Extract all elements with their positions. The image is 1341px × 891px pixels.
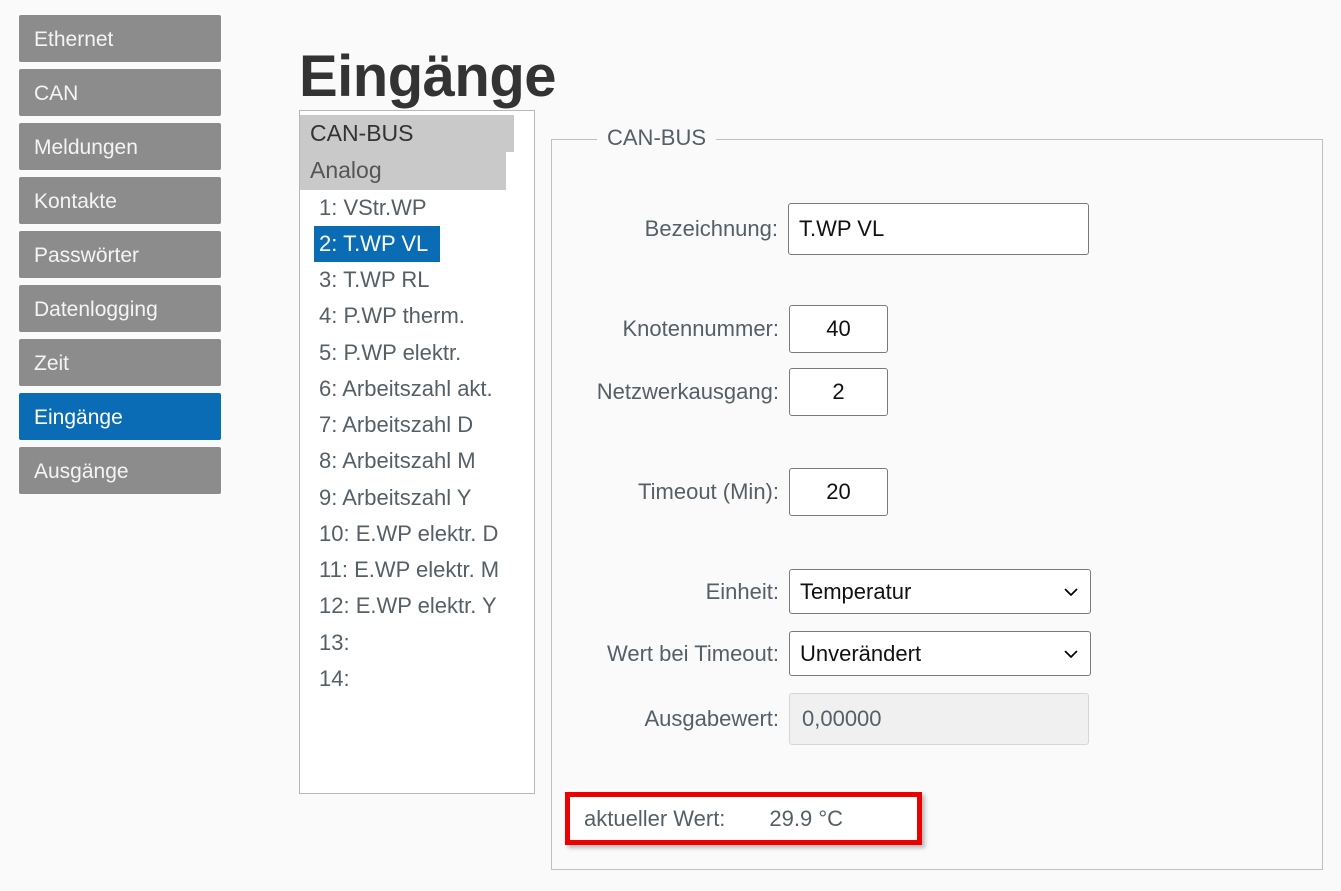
list-item-selected-row: 2: T.WP VL: [300, 225, 534, 263]
list-item[interactable]: 14:: [300, 661, 534, 697]
list-group-header-canbus: CAN-BUS: [300, 115, 514, 153]
sidebar-item-ethernet[interactable]: Ethernet: [19, 15, 221, 62]
list-item[interactable]: 7: Arbeitszahl D: [300, 407, 534, 443]
label-bezeichnung: Bezeichnung:: [644, 216, 778, 241]
list-group-header-analog: Analog: [300, 152, 506, 190]
input-list: CAN-BUS Analog 1: VStr.WP 2: T.WP VL 3: …: [300, 111, 534, 697]
field-row-timeout: Timeout (Min):: [583, 468, 889, 516]
field-row-ausgabewert: Ausgabewert: 0,00000: [583, 693, 1092, 745]
sidebar-item-ausgaenge[interactable]: Ausgänge: [19, 447, 221, 494]
page-title: Eingänge: [299, 43, 557, 109]
label-aktueller-wert: aktueller Wert:: [584, 805, 726, 831]
list-item[interactable]: 6: Arbeitszahl akt.: [300, 371, 534, 407]
wert-bei-timeout-select-wrap: Unverändert: [789, 631, 1091, 676]
sidebar-item-can[interactable]: CAN: [19, 69, 221, 116]
list-item[interactable]: 13:: [300, 625, 534, 661]
list-item[interactable]: 12: E.WP elektr. Y: [300, 588, 534, 624]
sidebar-item-datenlogging[interactable]: Datenlogging: [19, 285, 221, 332]
label-netzwerkausgang: Netzwerkausgang:: [596, 379, 779, 404]
einheit-select[interactable]: Temperatur: [789, 569, 1091, 614]
list-item[interactable]: 10: E.WP elektr. D: [300, 516, 534, 552]
label-knotennummer: Knotennummer:: [622, 316, 779, 341]
label-ausgabewert: Ausgabewert:: [644, 706, 779, 731]
field-row-bezeichnung: Bezeichnung:: [583, 203, 1089, 255]
input-list-panel[interactable]: CAN-BUS Analog 1: VStr.WP 2: T.WP VL 3: …: [299, 110, 535, 794]
sidebar-item-zeit[interactable]: Zeit: [19, 339, 221, 386]
wert-bei-timeout-select[interactable]: Unverändert: [789, 631, 1091, 676]
sidebar-item-passwoerter[interactable]: Passwörter: [19, 231, 221, 278]
label-wert-bei-timeout: Wert bei Timeout:: [607, 640, 779, 666]
list-item[interactable]: 9: Arbeitszahl Y: [300, 480, 534, 516]
list-item[interactable]: 4: P.WP therm.: [300, 298, 534, 334]
panel-legend: CAN-BUS: [597, 127, 717, 149]
list-item[interactable]: 11: E.WP elektr. M: [300, 552, 534, 588]
knotennummer-input[interactable]: [789, 305, 888, 353]
sidebar-item-kontakte[interactable]: Kontakte: [19, 177, 221, 224]
timeout-input[interactable]: [789, 468, 888, 516]
list-item[interactable]: 1: VStr.WP: [300, 190, 534, 226]
aktueller-wert-row: aktueller Wert: 29.9 °C: [570, 797, 917, 840]
aktueller-wert-highlight: aktueller Wert: 29.9 °C: [565, 792, 922, 845]
label-einheit: Einheit:: [705, 578, 779, 604]
aktueller-wert-value: 29.9 °C: [769, 805, 844, 831]
app-root: Ethernet CAN Meldungen Kontakte Passwört…: [0, 0, 1341, 891]
field-row-netzwerkausgang: Netzwerkausgang:: [583, 368, 889, 416]
list-item[interactable]: 5: P.WP elektr.: [300, 335, 534, 371]
list-item[interactable]: 3: T.WP RL: [300, 262, 534, 298]
ausgabewert-value: 0,00000: [789, 693, 1089, 745]
label-timeout: Timeout (Min):: [638, 479, 779, 504]
list-item[interactable]: 2: T.WP VL: [314, 225, 441, 263]
sidebar-item-eingaenge[interactable]: Eingänge: [19, 393, 221, 440]
list-item[interactable]: 8: Arbeitszahl M: [300, 443, 534, 479]
sidebar-item-meldungen[interactable]: Meldungen: [19, 123, 221, 170]
field-row-wert-bei-timeout: Wert bei Timeout: Unverändert: [583, 631, 1092, 676]
einheit-select-wrap: Temperatur: [789, 569, 1091, 614]
bezeichnung-input[interactable]: [788, 203, 1089, 255]
netzwerkausgang-input[interactable]: [789, 368, 888, 416]
field-row-knotennummer: Knotennummer:: [583, 305, 889, 353]
sidebar-nav: Ethernet CAN Meldungen Kontakte Passwört…: [19, 15, 221, 501]
field-row-einheit: Einheit: Temperatur: [583, 569, 1092, 614]
